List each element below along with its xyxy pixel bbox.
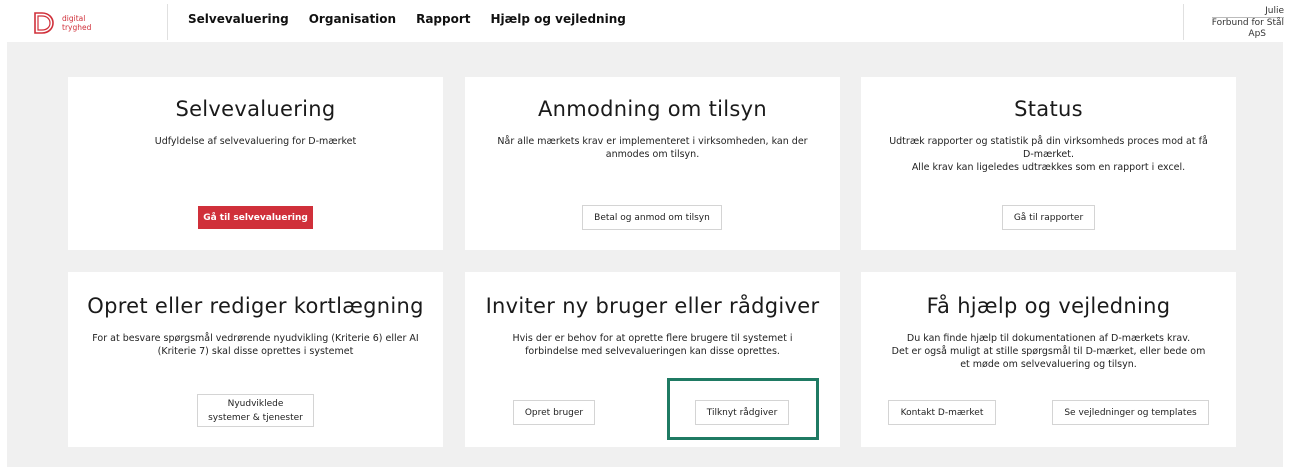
card-text-line: Du kan finde hjælp til dokumentationen a… <box>906 333 1191 344</box>
card-title: Få hjælp og vejledning <box>926 294 1171 318</box>
card-title: Status <box>1014 97 1083 121</box>
card-title: Anmodning om tilsyn <box>537 97 768 121</box>
card-title: Selvevaluering <box>175 97 336 121</box>
user-name: Julie <box>1265 6 1284 16</box>
button-label: Kontakt D-mærket <box>900 407 984 418</box>
card-text-line: forbindelse med selvevalueringen kan dis… <box>525 346 780 357</box>
contact-dmaerket-button[interactable]: Kontakt D-mærket <box>888 400 996 425</box>
pay-request-inspection-button[interactable]: Betal og anmod om tilsyn <box>582 205 722 230</box>
button-label: Betal og anmod om tilsyn <box>594 212 710 223</box>
card-text-line: Hvis der er behov for at oprette flere b… <box>512 333 793 344</box>
d-logo-icon <box>34 12 54 34</box>
dashboard-area: Selvevaluering Udfyldelse af selvevaluer… <box>7 42 1283 467</box>
user-org-line1: Forbund for Stål <box>1211 18 1284 28</box>
user-org: Forbund for Stål <box>1211 17 1284 29</box>
new-systems-services-button[interactable]: Nyudviklede systemer & tjenester <box>197 394 314 427</box>
card-text-line: anmodes om tilsyn. <box>605 149 700 160</box>
card-anmodning: Anmodning om tilsyn Når alle mærkets kra… <box>465 77 840 250</box>
main-nav: Selvevaluering Organisation Rapport Hjæl… <box>188 12 646 26</box>
create-user-button[interactable]: Opret bruger <box>513 400 595 425</box>
card-kortlaegning: Opret eller rediger kortlægning For at b… <box>68 272 443 447</box>
card-text-line: Når alle mærkets krav er implementeret i… <box>497 136 808 147</box>
button-label: Opret bruger <box>524 407 584 418</box>
card-status: Status Udtræk rapporter og statistik på … <box>861 77 1236 250</box>
nav-selvevaluering[interactable]: Selvevaluering <box>188 12 289 26</box>
card-text-line: Udtræk rapporter og statistik på din vir… <box>889 136 1208 147</box>
brand-wordmark: digital tryghed <box>62 14 91 32</box>
button-label-line2: systemer & tjenester <box>208 412 303 423</box>
top-header: digital tryghed Selvevaluering Organisat… <box>0 0 1290 42</box>
brand-logo[interactable]: digital tryghed <box>33 11 91 35</box>
card-inviter: Inviter ny bruger eller rådgiver Hvis de… <box>465 272 840 447</box>
user-org-line2: ApS <box>1248 29 1266 39</box>
card-title: Inviter ny bruger eller rådgiver <box>485 294 820 318</box>
user-menu[interactable]: Julie Forbund for Stål ApS <box>1194 6 1284 40</box>
card-text-line: Udfyldelse af selvevaluering for D-mærke… <box>154 136 357 147</box>
button-label: Gå til selvevaluering <box>203 212 308 223</box>
card-selvevaluering: Selvevaluering Udfyldelse af selvevaluer… <box>68 77 443 250</box>
card-title: Opret eller rediger kortlægning <box>87 294 424 318</box>
card-text-line: D-mærket. <box>1023 149 1074 160</box>
go-to-selvevaluering-button[interactable]: Gå til selvevaluering <box>198 206 313 229</box>
card-text-line: Det er også muligt at stille spørgsmål t… <box>891 346 1206 357</box>
card-text-line: (Kriterie 7) skal disse oprettes i syste… <box>157 346 354 357</box>
button-label: Gå til rapporter <box>1013 212 1084 223</box>
go-to-reports-button[interactable]: Gå til rapporter <box>1002 205 1095 230</box>
button-label: Se vejledninger og templates <box>1064 407 1197 418</box>
brand-line2: tryghed <box>62 23 92 32</box>
highlight-box <box>667 378 819 440</box>
guides-templates-button[interactable]: Se vejledninger og templates <box>1052 400 1209 425</box>
header-divider-right <box>1183 4 1184 40</box>
brand-line1: digital <box>62 14 86 23</box>
header-divider-left <box>167 4 168 40</box>
card-hjaelp: Få hjælp og vejledning Du kan finde hjæl… <box>861 272 1236 447</box>
nav-hjaelp[interactable]: Hjælp og vejledning <box>491 12 626 26</box>
card-text-line: For at besvare spørgsmål vedrørende nyud… <box>92 333 419 344</box>
card-text-line: et møde om selvevaluering og tilsyn. <box>960 359 1137 370</box>
button-label-line1: Nyudviklede <box>227 398 284 409</box>
card-text-line: Alle krav kan ligeledes udtrækkes som en… <box>911 162 1186 173</box>
nav-rapport[interactable]: Rapport <box>416 12 470 26</box>
nav-organisation[interactable]: Organisation <box>309 12 396 26</box>
